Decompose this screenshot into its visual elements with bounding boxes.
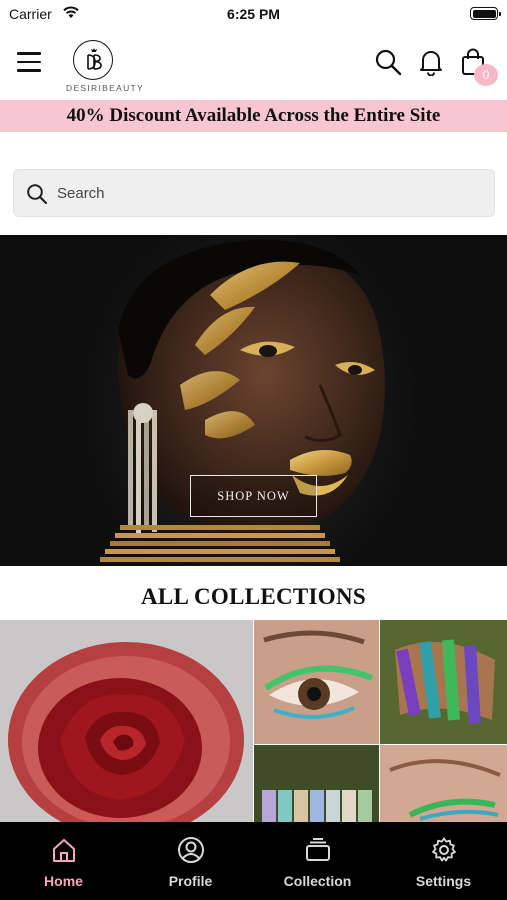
status-bar: Carrier 6:25 PM — [0, 0, 507, 30]
logo-emblem — [73, 40, 113, 80]
tab-settings[interactable]: Settings — [380, 822, 507, 900]
hero-banner[interactable]: SHOP NOW — [0, 235, 507, 566]
search-icon[interactable] — [374, 48, 402, 76]
collection-icon — [305, 838, 330, 861]
collections-grid — [0, 620, 507, 822]
tab-settings-label: Settings — [415, 873, 472, 889]
collection-tile-rose[interactable] — [0, 620, 253, 822]
settings-icon — [431, 837, 456, 862]
tab-collection[interactable]: Collection — [254, 822, 381, 900]
eye-makeup-image — [254, 620, 379, 744]
collection-tile-palettes[interactable] — [254, 745, 379, 822]
tab-profile[interactable]: Profile — [127, 822, 254, 900]
brand-logo[interactable]: DESIRIBEAUTY — [55, 38, 155, 94]
cart-count-badge: 0 — [474, 64, 498, 86]
search-icon — [27, 184, 48, 205]
bell-icon[interactable] — [419, 48, 443, 76]
status-time: 6:25 PM — [227, 6, 280, 22]
menu-icon[interactable] — [17, 52, 41, 72]
rose-product-image — [8, 642, 244, 822]
promo-banner[interactable]: 40% Discount Available Across the Entire… — [0, 100, 507, 132]
eyeshadow-image — [380, 745, 507, 822]
search-bar[interactable] — [13, 169, 495, 217]
color-swatch-image — [380, 620, 507, 744]
tab-collection-label: Collection — [283, 873, 352, 889]
collection-tile-eyeliner[interactable] — [254, 620, 379, 744]
search-input[interactable] — [57, 170, 477, 216]
tab-profile-label: Profile — [168, 873, 213, 889]
collection-tile-swatches[interactable] — [380, 620, 507, 744]
bottom-tab-bar: Home Profile Collection Settings — [0, 822, 507, 900]
app-header: DESIRIBEAUTY — [0, 32, 507, 98]
tab-home[interactable]: Home — [0, 822, 127, 900]
home-icon — [52, 839, 75, 862]
logo-wordmark: DESIRIBEAUTY — [66, 83, 144, 93]
palette-image — [254, 745, 379, 822]
shop-now-button[interactable]: SHOP NOW — [190, 475, 317, 517]
tab-home-label: Home — [44, 873, 83, 889]
profile-icon — [177, 837, 204, 863]
battery-icon — [470, 7, 501, 20]
collections-heading: ALL COLLECTIONS — [141, 584, 366, 609]
collection-tile-eyeshadow[interactable] — [380, 745, 507, 822]
